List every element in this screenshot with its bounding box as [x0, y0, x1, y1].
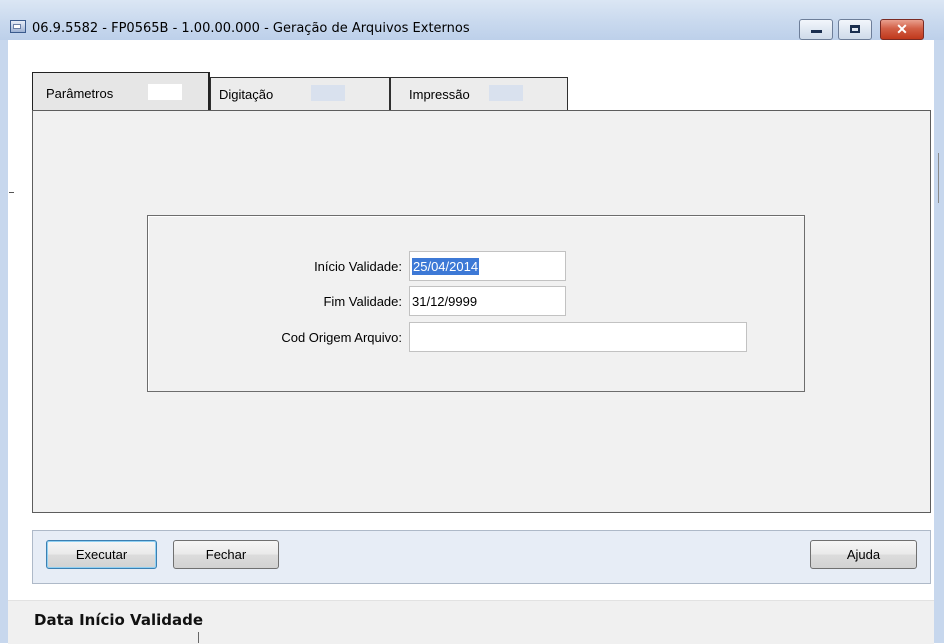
close-icon: ✕ — [896, 21, 908, 37]
minimize-icon — [811, 30, 822, 33]
fim-validade-label: Fim Validade: — [323, 294, 402, 309]
window-frame-right — [934, 40, 944, 643]
title-bar[interactable]: 06.9.5582 - FP0565B - 1.00.00.000 - Gera… — [0, 0, 944, 40]
window-app-icon[interactable] — [10, 20, 26, 33]
maximize-icon — [850, 25, 860, 33]
maximize-button[interactable] — [838, 19, 872, 40]
status-divider — [198, 632, 199, 643]
edge-marker-right — [938, 153, 939, 203]
tab-label-highlight — [148, 84, 182, 100]
inicio-validade-label: Início Validade: — [314, 259, 402, 274]
minimize-button[interactable] — [799, 19, 833, 40]
cod-origem-label: Cod Origem Arquivo: — [281, 330, 402, 345]
window-frame-left — [0, 40, 8, 643]
status-text: Data Início Validade — [34, 611, 204, 629]
tab-label: Parâmetros — [46, 86, 114, 101]
inicio-validade-value: 25/04/2014 — [412, 258, 480, 275]
tab-label-highlight — [311, 85, 345, 101]
fim-validade-value: 31/12/9999 — [412, 294, 478, 309]
status-bar: Data Início Validade — [8, 600, 934, 644]
fim-validade-field[interactable]: 31/12/9999 — [409, 286, 566, 316]
help-button[interactable]: Ajuda — [810, 540, 917, 569]
tab-label-highlight — [489, 85, 523, 101]
inicio-validade-field[interactable]: 25/04/2014 — [409, 251, 566, 281]
execute-button[interactable]: Executar — [46, 540, 157, 569]
tab-impressao[interactable]: Impressão — [390, 77, 568, 113]
close-button[interactable]: ✕ — [880, 19, 924, 40]
tab-parametros[interactable]: Parâmetros — [32, 72, 210, 110]
button-bar — [32, 530, 931, 584]
close-form-button[interactable]: Fechar — [173, 540, 279, 569]
cod-origem-field[interactable] — [409, 322, 747, 352]
edge-marker — [9, 192, 14, 193]
tab-label: Impressão — [409, 87, 470, 102]
window-title: 06.9.5582 - FP0565B - 1.00.00.000 - Gera… — [32, 21, 470, 36]
tab-label: Digitação — [219, 87, 274, 102]
tab-digitacao[interactable]: Digitação — [210, 77, 390, 113]
